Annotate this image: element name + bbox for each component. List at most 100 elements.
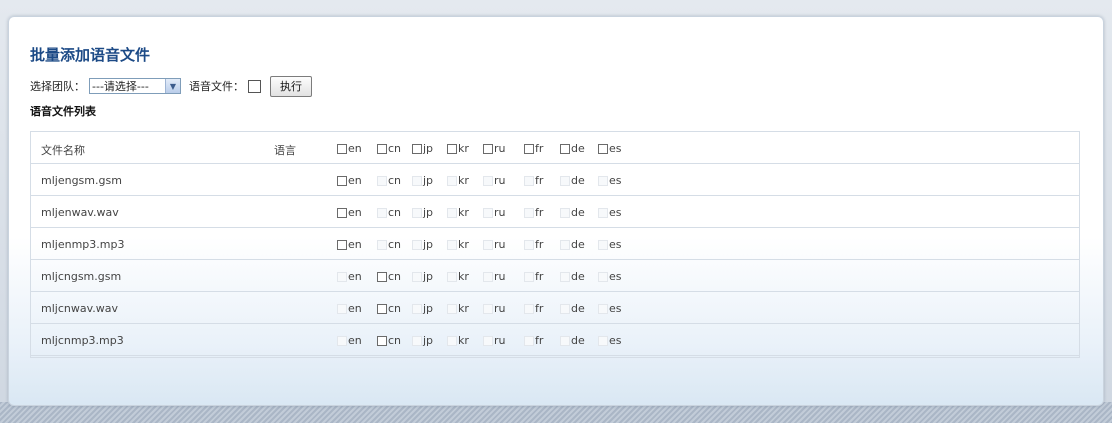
file-name-cell: mljengsm.gsm: [41, 174, 122, 187]
language-option-es: es: [598, 270, 622, 283]
checkbox-de: [560, 335, 570, 346]
table-row: mljcngsm.gsm en cn jp kr ru fr de es: [31, 260, 1079, 292]
checkbox-kr[interactable]: [447, 143, 457, 154]
language-label-jp: jp: [423, 302, 434, 315]
voice-file-label: 语音文件：: [189, 80, 244, 93]
language-option-kr: kr: [447, 174, 469, 187]
team-label: 选择团队：: [30, 80, 85, 93]
language-option-ru: ru: [483, 270, 506, 283]
checkbox-ru: [483, 207, 493, 218]
language-label-kr: kr: [458, 334, 469, 347]
language-option-fr: fr: [524, 334, 543, 347]
checkbox-en[interactable]: [337, 175, 347, 186]
language-label-de: de: [571, 270, 585, 283]
language-option-cn: cn: [377, 174, 401, 187]
language-option-kr: kr: [447, 238, 469, 251]
checkbox-cn: [377, 175, 387, 186]
checkbox-cn[interactable]: [377, 271, 387, 282]
checkbox-ru: [483, 271, 493, 282]
language-option-ru: ru: [483, 238, 506, 251]
team-select-value: ---请选择---: [92, 80, 149, 93]
language-label-de: de: [571, 206, 585, 219]
checkbox-kr: [447, 239, 457, 250]
checkbox-ru: [483, 303, 493, 314]
checkbox-cn[interactable]: [377, 303, 387, 314]
chevron-down-icon[interactable]: ▼: [165, 79, 180, 93]
language-label-en: en: [348, 206, 362, 219]
checkbox-es: [598, 239, 608, 250]
checkbox-fr[interactable]: [524, 143, 534, 154]
language-option-kr: kr: [447, 142, 469, 155]
language-label-de: de: [571, 174, 585, 187]
language-label-cn: cn: [388, 238, 402, 251]
language-option-cn: cn: [377, 334, 401, 347]
language-option-es: es: [598, 206, 622, 219]
checkbox-fr: [524, 335, 534, 346]
language-label-de: de: [571, 302, 585, 315]
language-option-de: de: [560, 238, 585, 251]
language-option-fr: fr: [524, 206, 543, 219]
language-option-de: de: [560, 302, 585, 315]
language-option-es: es: [598, 142, 622, 155]
checkbox-en[interactable]: [337, 239, 347, 250]
language-label-es: es: [609, 334, 622, 347]
checkbox-cn[interactable]: [377, 335, 387, 346]
checkbox-de: [560, 303, 570, 314]
language-label-es: es: [609, 174, 622, 187]
checkbox-cn[interactable]: [377, 143, 387, 154]
team-select[interactable]: ---请选择--- ▼: [89, 78, 181, 94]
language-option-jp: jp: [412, 238, 433, 251]
checkbox-cn: [377, 207, 387, 218]
checkbox-fr: [524, 303, 534, 314]
language-label-en: en: [348, 334, 362, 347]
language-option-de: de: [560, 174, 585, 187]
language-label-ru: ru: [494, 142, 506, 155]
language-option-fr: fr: [524, 142, 543, 155]
language-label-kr: kr: [458, 174, 469, 187]
language-label-es: es: [609, 302, 622, 315]
language-label-ru: ru: [494, 270, 506, 283]
checkbox-es[interactable]: [598, 143, 608, 154]
table-header-row: 文件名称 语言 en cn jp kr ru fr de es: [31, 132, 1079, 164]
file-name-cell: mljenmp3.mp3: [41, 238, 125, 251]
checkbox-en: [337, 271, 347, 282]
checkbox-jp[interactable]: [412, 143, 422, 154]
language-option-cn: cn: [377, 302, 401, 315]
language-label-cn: cn: [388, 334, 402, 347]
language-option-en: en: [337, 302, 362, 315]
checkbox-kr: [447, 335, 457, 346]
language-label-ru: ru: [494, 238, 506, 251]
language-label-kr: kr: [458, 142, 469, 155]
language-label-ru: ru: [494, 174, 506, 187]
language-option-en: en: [337, 206, 362, 219]
language-option-en: en: [337, 142, 362, 155]
language-label-jp: jp: [423, 270, 434, 283]
checkbox-es: [598, 207, 608, 218]
checkbox-ru: [483, 175, 493, 186]
language-option-cn: cn: [377, 270, 401, 283]
checkbox-en[interactable]: [337, 207, 347, 218]
checkbox-de[interactable]: [560, 143, 570, 154]
language-option-en: en: [337, 174, 362, 187]
language-label-en: en: [348, 142, 362, 155]
language-option-jp: jp: [412, 334, 433, 347]
language-label-ru: ru: [494, 302, 506, 315]
checkbox-jp: [412, 207, 422, 218]
file-name-cell: mljcngsm.gsm: [41, 270, 122, 283]
checkbox-fr: [524, 239, 534, 250]
language-option-jp: jp: [412, 142, 433, 155]
execute-button[interactable]: 执行: [270, 75, 312, 97]
voice-file-checkbox[interactable]: [248, 79, 261, 93]
checkbox-kr: [447, 303, 457, 314]
language-label-de: de: [571, 238, 585, 251]
checkbox-kr: [447, 271, 457, 282]
language-option-es: es: [598, 174, 622, 187]
table-row: mljengsm.gsm en cn jp kr ru fr de es: [31, 164, 1079, 196]
language-label-en: en: [348, 302, 362, 315]
language-option-ru: ru: [483, 302, 506, 315]
checkbox-fr: [524, 271, 534, 282]
checkbox-jp: [412, 239, 422, 250]
language-option-ru: ru: [483, 142, 506, 155]
checkbox-en[interactable]: [337, 143, 347, 154]
checkbox-ru[interactable]: [483, 143, 493, 154]
